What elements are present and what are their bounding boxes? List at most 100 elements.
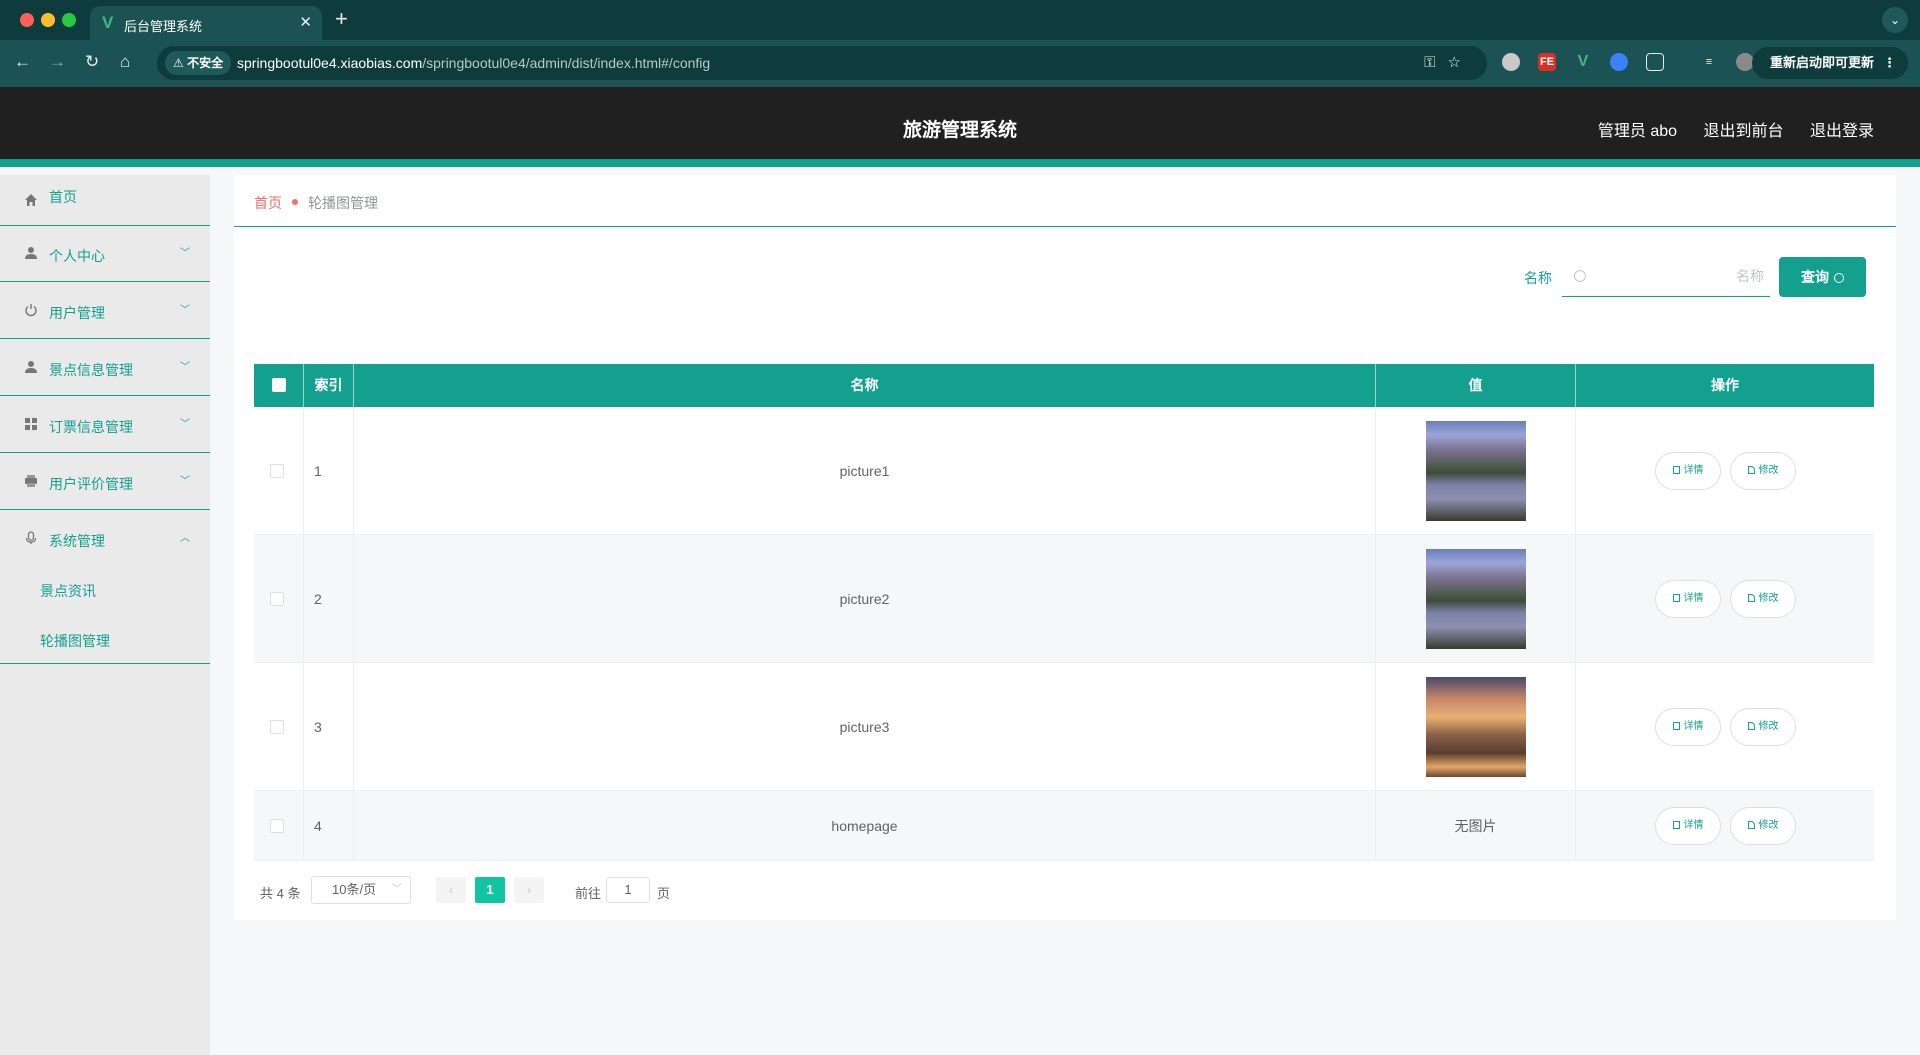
row-index: 2 xyxy=(314,590,322,607)
new-tab-button[interactable]: + xyxy=(335,7,348,31)
sidebar-item-attraction-management[interactable]: 景点信息管理 ﹀ xyxy=(0,340,210,396)
sidebar-item-user-management[interactable]: 用户管理 ﹀ xyxy=(0,283,210,339)
row-name: picture3 xyxy=(839,718,890,735)
edit-icon xyxy=(1747,593,1755,602)
tab-search-button[interactable]: ⌄ xyxy=(1882,7,1908,33)
sidebar-item-label: 个人中心 xyxy=(49,248,105,264)
detail-button[interactable]: 详情 xyxy=(1655,451,1721,490)
more-icon[interactable]: ⋮ xyxy=(1883,47,1896,79)
sidebar-item-label: 景点信息管理 xyxy=(49,362,133,378)
select-all-cell xyxy=(254,364,304,407)
sidebar-item-personal-center[interactable]: 个人中心 ﹀ xyxy=(0,226,210,282)
sidebar-item-label: 首页 xyxy=(49,189,77,205)
minimize-window-button[interactable] xyxy=(41,13,55,27)
row-checkbox[interactable] xyxy=(270,463,284,478)
row-checkbox[interactable] xyxy=(270,719,284,734)
power-icon xyxy=(25,304,37,317)
next-page-button[interactable]: › xyxy=(514,877,544,903)
chevron-up-icon: ︿ xyxy=(180,533,190,544)
edit-button[interactable]: 修改 xyxy=(1730,806,1796,845)
document-icon xyxy=(1672,465,1680,474)
current-page-button[interactable]: 1 xyxy=(475,877,505,903)
query-button[interactable]: 查询 xyxy=(1779,257,1866,297)
back-icon[interactable]: ← xyxy=(14,51,31,73)
puzzle-icon[interactable] xyxy=(1646,53,1664,71)
goto-page-input[interactable]: 1 xyxy=(606,877,650,903)
search-input[interactable] xyxy=(1594,257,1764,295)
edit-button[interactable]: 修改 xyxy=(1730,707,1796,746)
row-index: 3 xyxy=(314,718,322,735)
detail-button[interactable]: 详情 xyxy=(1655,579,1721,618)
document-icon xyxy=(1672,593,1680,602)
sidebar: 首页 个人中心 ﹀ 用户管理 ﹀ 景点信息管理 ﹀ 订票信息管理 ﹀ 用户评价管… xyxy=(0,175,210,1055)
close-window-button[interactable] xyxy=(20,13,34,27)
row-value-text: 无图片 xyxy=(1454,817,1497,834)
sidebar-item-review-management[interactable]: 用户评价管理 ﹀ xyxy=(0,454,210,510)
maximize-window-button[interactable] xyxy=(62,13,76,27)
url-text[interactable]: springbootul0e4.xiaobias.com/springbootu… xyxy=(237,55,710,71)
page-size-select[interactable]: 10条/页 ﹀ xyxy=(311,876,411,904)
edit-icon xyxy=(1747,721,1755,730)
sidebar-item-system-management[interactable]: 系统管理 ︿ xyxy=(0,511,210,567)
bookmark-star-icon[interactable]: ⚿☆ xyxy=(1424,53,1473,71)
detail-button[interactable]: 详情 xyxy=(1655,806,1721,845)
chevron-down-icon: ﹀ xyxy=(392,884,402,895)
security-indicator[interactable]: ⚠ 不安全 xyxy=(165,51,232,75)
breadcrumb-separator-icon xyxy=(292,199,298,205)
row-thumbnail-image[interactable] xyxy=(1425,676,1526,777)
row-name: picture2 xyxy=(839,590,890,607)
address-bar[interactable]: ⚠ 不安全 springbootul0e4.xiaobias.com/sprin… xyxy=(157,46,1487,80)
search-icon xyxy=(1574,270,1586,282)
prev-page-button[interactable]: ‹ xyxy=(436,877,466,903)
row-checkbox[interactable] xyxy=(270,818,284,833)
system-submenu: 景点资讯 轮播图管理 xyxy=(0,567,210,664)
sidebar-item-label: 用户管理 xyxy=(49,305,105,321)
printer-icon xyxy=(25,475,37,487)
chevron-down-icon: ﹀ xyxy=(180,419,190,430)
back-to-front-link[interactable]: 退出到前台 xyxy=(1704,123,1784,140)
detail-button[interactable]: 详情 xyxy=(1655,707,1721,746)
relaunch-update-button[interactable]: 重新启动即可更新 ⋮ xyxy=(1751,47,1908,79)
reload-icon[interactable]: ↻ xyxy=(85,51,99,73)
sidebar-item-home[interactable]: 首页 xyxy=(0,175,210,226)
main-content: 首页 轮播图管理 名称 查询 索引 名称 值 操作 1 picture1 详情 xyxy=(234,175,1896,920)
app-header: 旅游管理系统 管理员 abo 退出到前台 退出登录 xyxy=(0,87,1920,167)
row-name: homepage xyxy=(831,817,898,834)
extension-icon[interactable] xyxy=(1610,53,1628,71)
column-header-actions: 操作 xyxy=(1711,377,1739,393)
search-label: 名称 xyxy=(1524,270,1552,286)
home-icon xyxy=(25,194,37,206)
table-row: 2 picture2 详情 修改 xyxy=(254,535,1874,663)
breadcrumb-current: 轮播图管理 xyxy=(308,195,378,211)
fe-extension-icon[interactable]: FE xyxy=(1538,53,1556,71)
user-icon xyxy=(25,247,37,259)
column-header-index[interactable]: 索引 xyxy=(304,364,354,407)
admin-user-label: 管理员 abo xyxy=(1597,123,1678,140)
submenu-item-attraction-news[interactable]: 景点资讯 xyxy=(40,581,96,601)
edit-icon xyxy=(1747,820,1755,829)
sidebar-item-label: 系统管理 xyxy=(49,533,105,549)
column-header-value[interactable]: 值 xyxy=(1376,364,1576,407)
reading-list-icon[interactable]: ≡ xyxy=(1700,53,1718,71)
edit-button[interactable]: 修改 xyxy=(1730,579,1796,618)
row-index: 4 xyxy=(314,817,322,834)
logout-link[interactable]: 退出登录 xyxy=(1810,123,1874,140)
row-thumbnail-image[interactable] xyxy=(1425,420,1526,521)
row-checkbox[interactable] xyxy=(270,591,284,606)
select-all-checkbox[interactable] xyxy=(272,378,286,392)
submenu-item-carousel-management[interactable]: 轮播图管理 xyxy=(40,631,110,651)
edit-button[interactable]: 修改 xyxy=(1730,451,1796,490)
chevron-down-icon: ﹀ xyxy=(180,476,190,487)
close-tab-icon[interactable]: ✕ xyxy=(299,13,312,31)
browser-tab[interactable]: V 后台管理系统 ✕ xyxy=(90,6,322,40)
home-icon[interactable]: ⌂ xyxy=(120,51,130,73)
document-icon xyxy=(1672,721,1680,730)
sidebar-item-ticket-management[interactable]: 订票信息管理 ﹀ xyxy=(0,397,210,453)
extension-icon[interactable] xyxy=(1502,53,1520,71)
vue-devtools-icon[interactable]: V xyxy=(1574,53,1592,71)
breadcrumb-home-link[interactable]: 首页 xyxy=(254,193,282,213)
forward-icon[interactable]: → xyxy=(49,51,66,73)
column-header-name[interactable]: 名称 xyxy=(354,364,1376,407)
row-thumbnail-image[interactable] xyxy=(1425,548,1526,649)
table-row: 3 picture3 详情 修改 xyxy=(254,663,1874,791)
